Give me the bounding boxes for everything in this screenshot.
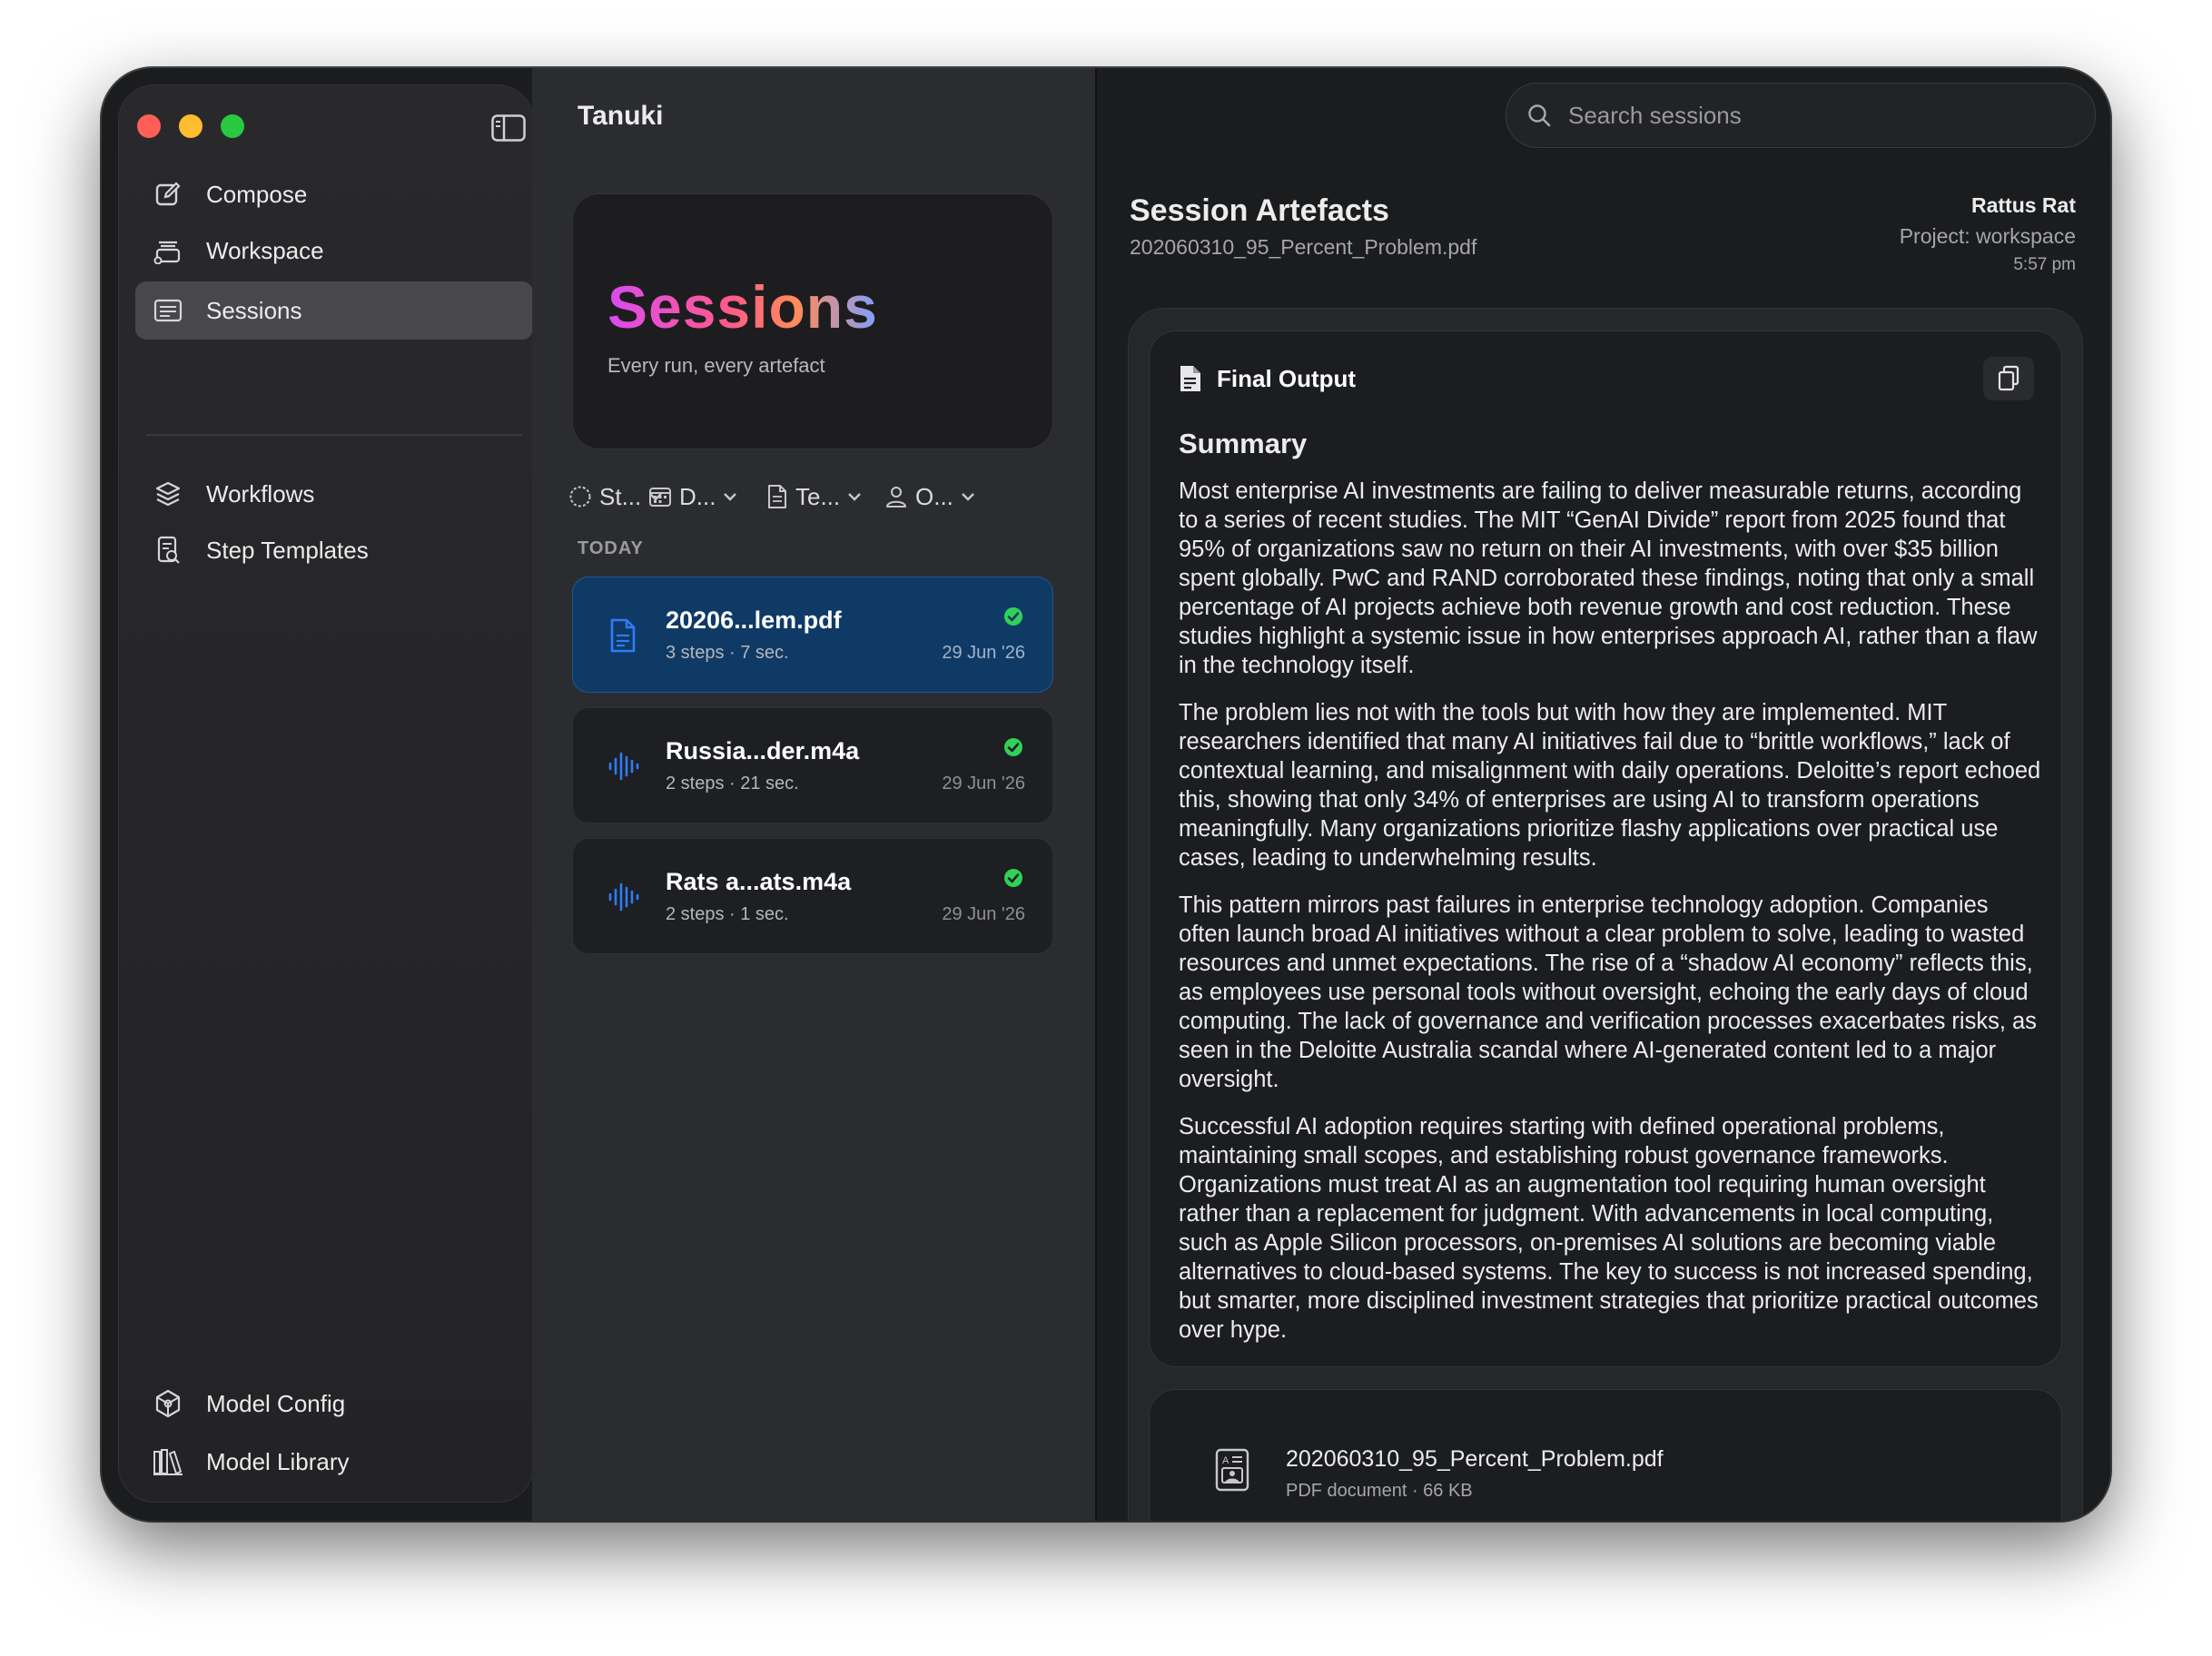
summary-heading: Summary (1179, 428, 1308, 459)
sidebar-toggle-icon[interactable] (491, 114, 526, 142)
session-card[interactable]: 20206...lem.pdf 3 steps · 7 sec. 29 Jun … (572, 577, 1053, 693)
section-label-today: TODAY (578, 538, 644, 558)
artefacts-container: Final Output Summary Most enterprise AI … (1128, 308, 2083, 1521)
chevron-down-icon (848, 493, 861, 501)
filter-status-label: St... (599, 482, 642, 510)
copy-icon (1998, 365, 2019, 391)
filter-date[interactable]: D... (648, 480, 745, 513)
sidebar-item-model-library[interactable]: Model Library (135, 1433, 533, 1491)
calendar-icon (649, 488, 671, 507)
sidebar-item-compose[interactable]: Compose (135, 165, 533, 223)
workflows-icon (152, 478, 184, 510)
summary-paragraph: Successful AI adoption requires starting… (1179, 1114, 2039, 1343)
detail-time: 5:57 pm (2013, 255, 2076, 274)
pdf-document-icon (607, 617, 640, 654)
detail-filename: 202060310_95_Percent_Problem.pdf (1130, 235, 1477, 259)
person-icon (886, 487, 906, 508)
document-icon (768, 485, 786, 508)
final-output-card: Final Output Summary Most enterprise AI … (1149, 330, 2062, 1367)
close-window-button[interactable] (137, 114, 161, 138)
step-templates-icon (152, 534, 184, 567)
status-complete-icon (1003, 606, 1023, 626)
audio-waveform-icon (607, 748, 640, 784)
sidebar-divider (146, 434, 522, 436)
session-card[interactable]: Rats a...ats.m4a 2 steps · 1 sec. 29 Jun… (572, 838, 1053, 954)
hero-title: Sessions (607, 273, 878, 340)
status-complete-icon (1003, 868, 1023, 888)
pdf-file-icon: A (1215, 1448, 1249, 1496)
sidebar-item-sessions[interactable]: Sessions (135, 281, 533, 340)
session-meta: 2 steps · 1 sec. (666, 904, 789, 924)
sessions-icon (152, 294, 184, 327)
session-date: 29 Jun '26 (942, 774, 1025, 794)
sidebar-item-label: Step Templates (206, 536, 369, 564)
summary-paragraph: This pattern mirrors past failures in en… (1179, 892, 2037, 1092)
search-bar[interactable] (1506, 83, 2096, 148)
sidebar-item-workspace[interactable]: Workspace (135, 222, 533, 280)
session-card[interactable]: Russia...der.m4a 2 steps · 21 sec. 29 Ju… (572, 707, 1053, 823)
sidebar-item-label: Workflows (206, 479, 315, 508)
attachment-name: 202060310_95_Percent_Problem.pdf (1286, 1446, 1664, 1472)
sidebar-item-label: Workspace (206, 236, 324, 264)
sidebar-item-label: Compose (206, 180, 308, 208)
summary-paragraph: Most enterprise AI investments are faili… (1179, 478, 2038, 678)
copy-button[interactable] (1983, 357, 2034, 400)
sidebar-item-model-config[interactable]: Model Config (135, 1375, 533, 1433)
sidebar-item-label: Sessions (206, 296, 302, 324)
summary-paragraph: The problem lies not with the tools but … (1179, 700, 2041, 871)
app-window: Compose Workspace Sessions Workflows Ste… (102, 68, 2110, 1521)
model-config-icon (152, 1387, 184, 1420)
session-detail-panel: Session Artefacts 202060310_95_Percent_P… (1097, 68, 2110, 1521)
sidebar-item-step-templates[interactable]: Step Templates (135, 521, 533, 579)
sidebar: Compose Workspace Sessions Workflows Ste… (118, 84, 534, 1503)
compose-icon (152, 178, 184, 211)
audio-waveform-icon (607, 879, 640, 915)
workspace-icon (152, 234, 184, 267)
session-name: Russia...der.m4a (666, 737, 860, 764)
summary-body: Most enterprise AI investments are faili… (1179, 477, 2041, 1363)
sidebar-item-workflows[interactable]: Workflows (135, 465, 533, 523)
filter-owner[interactable]: O... (884, 480, 983, 513)
filter-date-label: D... (679, 482, 716, 510)
svg-text:A: A (1222, 1455, 1229, 1466)
app-title: Tanuki (578, 101, 664, 131)
hero-subtitle: Every run, every artefact (607, 354, 825, 377)
session-name: 20206...lem.pdf (666, 606, 842, 634)
final-output-title: Final Output (1217, 364, 1357, 392)
sessions-hero-card: Sessions Every run, every artefact (572, 193, 1053, 449)
session-meta: 2 steps · 21 sec. (666, 774, 799, 794)
sidebar-item-label: Model Library (206, 1447, 350, 1475)
session-date: 29 Jun '26 (942, 643, 1025, 663)
model-library-icon (152, 1445, 184, 1478)
minimize-window-button[interactable] (179, 114, 202, 138)
chevron-down-icon (724, 493, 737, 501)
search-input[interactable] (1566, 100, 2060, 131)
filter-type-label: Te... (795, 482, 841, 510)
status-icon (569, 486, 591, 508)
search-icon (1528, 104, 1551, 127)
session-meta: 3 steps · 7 sec. (666, 643, 789, 663)
chevron-down-icon (962, 493, 974, 501)
final-output-header: Final Output (1179, 364, 1356, 393)
detail-project: Project: workspace (1899, 224, 2076, 248)
attachment-meta: PDF document · 66 KB (1286, 1481, 1473, 1501)
sidebar-item-label: Model Config (206, 1389, 346, 1417)
status-complete-icon (1003, 737, 1023, 757)
detail-title: Session Artefacts (1130, 193, 1389, 228)
attachment-card[interactable]: A 202060310_95_Percent_Problem.pdf PDF d… (1149, 1389, 2062, 1521)
session-date: 29 Jun '26 (942, 904, 1025, 924)
sessions-list-panel: Tanuki Sessions Every run, every artefac… (532, 68, 1097, 1521)
detail-user: Rattus Rat (1970, 193, 2076, 217)
zoom-window-button[interactable] (221, 114, 244, 138)
document-filled-icon (1180, 366, 1200, 391)
filter-type[interactable]: Te... (766, 480, 869, 513)
session-name: Rats a...ats.m4a (666, 868, 852, 895)
filter-owner-label: O... (915, 482, 953, 510)
